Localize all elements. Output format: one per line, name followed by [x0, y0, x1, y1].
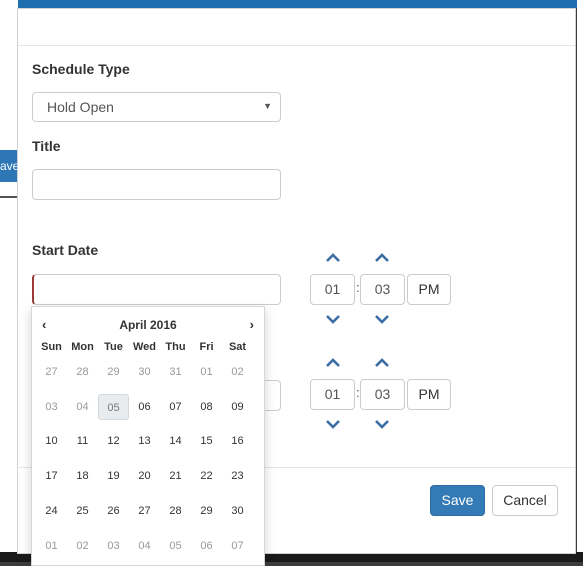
calendar-day[interactable]: 04 — [129, 533, 160, 559]
calendar-day[interactable]: 20 — [129, 463, 160, 489]
calendar-day[interactable]: 01 — [191, 359, 222, 385]
end-ampm-toggle[interactable]: PM — [407, 379, 451, 410]
calendar-day[interactable]: 16 — [222, 428, 253, 454]
calendar-week-row: 03 04 05 06 07 08 09 — [36, 394, 262, 420]
modal-header — [18, 9, 575, 46]
calendar-day[interactable]: 22 — [191, 463, 222, 489]
minute-up-chevron-icon[interactable] — [373, 252, 391, 264]
background-top-bar — [0, 0, 583, 8]
calendar-day[interactable]: 02 — [222, 359, 253, 385]
weekday-label: Fri — [199, 341, 214, 353]
calendar-day[interactable]: 09 — [222, 394, 253, 420]
calendar-day[interactable]: 04 — [67, 394, 98, 420]
calendar-day[interactable]: 07 — [222, 533, 253, 559]
hour-down-chevron-icon[interactable] — [324, 313, 342, 325]
end-hour-down-chevron-icon[interactable] — [324, 418, 342, 430]
calendar-day[interactable]: 21 — [160, 463, 191, 489]
background-save-button: ave — [0, 150, 18, 182]
end-minute-input[interactable]: 03 — [360, 379, 405, 410]
schedule-type-label: Schedule Type — [32, 61, 130, 77]
calendar-day[interactable]: 10 — [36, 428, 67, 454]
calendar-day[interactable]: 28 — [160, 498, 191, 524]
title-label: Title — [32, 138, 61, 154]
hour-up-chevron-icon[interactable] — [324, 252, 342, 264]
calendar-day[interactable]: 03 — [36, 394, 67, 420]
calendar-day[interactable]: 30 — [129, 359, 160, 385]
datepicker-month-label[interactable]: April 2016 — [32, 318, 264, 332]
weekday-label: Tue — [104, 341, 123, 353]
start-minute-input[interactable]: 03 — [360, 274, 405, 305]
weekday-label: Mon — [71, 341, 94, 353]
caret-down-icon: ▼ — [263, 101, 272, 111]
calendar-day-today[interactable]: 05 — [98, 394, 129, 420]
datepicker-dropdown: ‹ April 2016 › Sun Mon Tue Wed Thu Fri S… — [31, 306, 265, 566]
calendar-day[interactable]: 13 — [129, 428, 160, 454]
calendar-week-row: 10 11 12 13 14 15 16 — [36, 428, 262, 454]
calendar-day[interactable]: 19 — [98, 463, 129, 489]
end-hour-up-chevron-icon[interactable] — [324, 357, 342, 369]
background-left-panel — [0, 0, 18, 562]
title-input[interactable] — [32, 169, 281, 200]
calendar-day[interactable]: 27 — [129, 498, 160, 524]
calendar-day[interactable]: 18 — [67, 463, 98, 489]
calendar-day[interactable]: 29 — [191, 498, 222, 524]
calendar-day[interactable]: 30 — [222, 498, 253, 524]
next-month-icon[interactable]: › — [250, 317, 254, 332]
calendar-day[interactable]: 07 — [160, 394, 191, 420]
calendar-day[interactable]: 03 — [98, 533, 129, 559]
minute-down-chevron-icon[interactable] — [373, 313, 391, 325]
calendar-day[interactable]: 15 — [191, 428, 222, 454]
calendar-day[interactable]: 27 — [36, 359, 67, 385]
calendar-day[interactable]: 23 — [222, 463, 253, 489]
calendar-week-row: 27 28 29 30 31 01 02 — [36, 359, 262, 385]
calendar-day[interactable]: 17 — [36, 463, 67, 489]
calendar-day[interactable]: 06 — [191, 533, 222, 559]
background-right-panel — [577, 0, 583, 562]
calendar-day[interactable]: 25 — [67, 498, 98, 524]
start-ampm-toggle[interactable]: PM — [407, 274, 451, 305]
calendar-day[interactable]: 26 — [98, 498, 129, 524]
calendar-day[interactable]: 08 — [191, 394, 222, 420]
weekday-label: Sun — [41, 341, 62, 353]
start-hour-input[interactable]: 01 — [310, 274, 355, 305]
weekday-label: Wed — [132, 341, 157, 353]
end-minute-down-chevron-icon[interactable] — [373, 418, 391, 430]
schedule-type-value: Hold Open — [47, 99, 114, 115]
calendar-day[interactable]: 11 — [67, 428, 98, 454]
start-date-input[interactable] — [32, 274, 281, 305]
end-minute-up-chevron-icon[interactable] — [373, 357, 391, 369]
weekday-label: Thu — [165, 341, 186, 353]
calendar-day[interactable]: 31 — [160, 359, 191, 385]
start-date-label: Start Date — [32, 242, 99, 258]
calendar-day[interactable]: 05 — [160, 533, 191, 559]
cancel-button[interactable]: Cancel — [492, 485, 558, 516]
calendar-day[interactable]: 28 — [67, 359, 98, 385]
calendar-week-row: 17 18 19 20 21 22 23 — [36, 463, 262, 489]
calendar-day[interactable]: 29 — [98, 359, 129, 385]
calendar-day[interactable]: 06 — [129, 394, 160, 420]
calendar-day[interactable]: 01 — [36, 533, 67, 559]
save-button[interactable]: Save — [430, 485, 485, 516]
calendar-day[interactable]: 14 — [160, 428, 191, 454]
weekday-header: Sun Mon Tue Wed Thu Fri Sat — [36, 341, 262, 353]
calendar-day[interactable]: 12 — [98, 428, 129, 454]
calendar-week-row: 24 25 26 27 28 29 30 — [36, 498, 262, 524]
end-hour-input[interactable]: 01 — [310, 379, 355, 410]
weekday-label: Sat — [228, 341, 247, 353]
schedule-type-select[interactable]: Hold Open ▼ — [32, 92, 281, 122]
calendar-week-row: 01 02 03 04 05 06 07 — [36, 533, 262, 559]
background-divider — [0, 196, 18, 198]
calendar-day[interactable]: 24 — [36, 498, 67, 524]
calendar-day[interactable]: 02 — [67, 533, 98, 559]
